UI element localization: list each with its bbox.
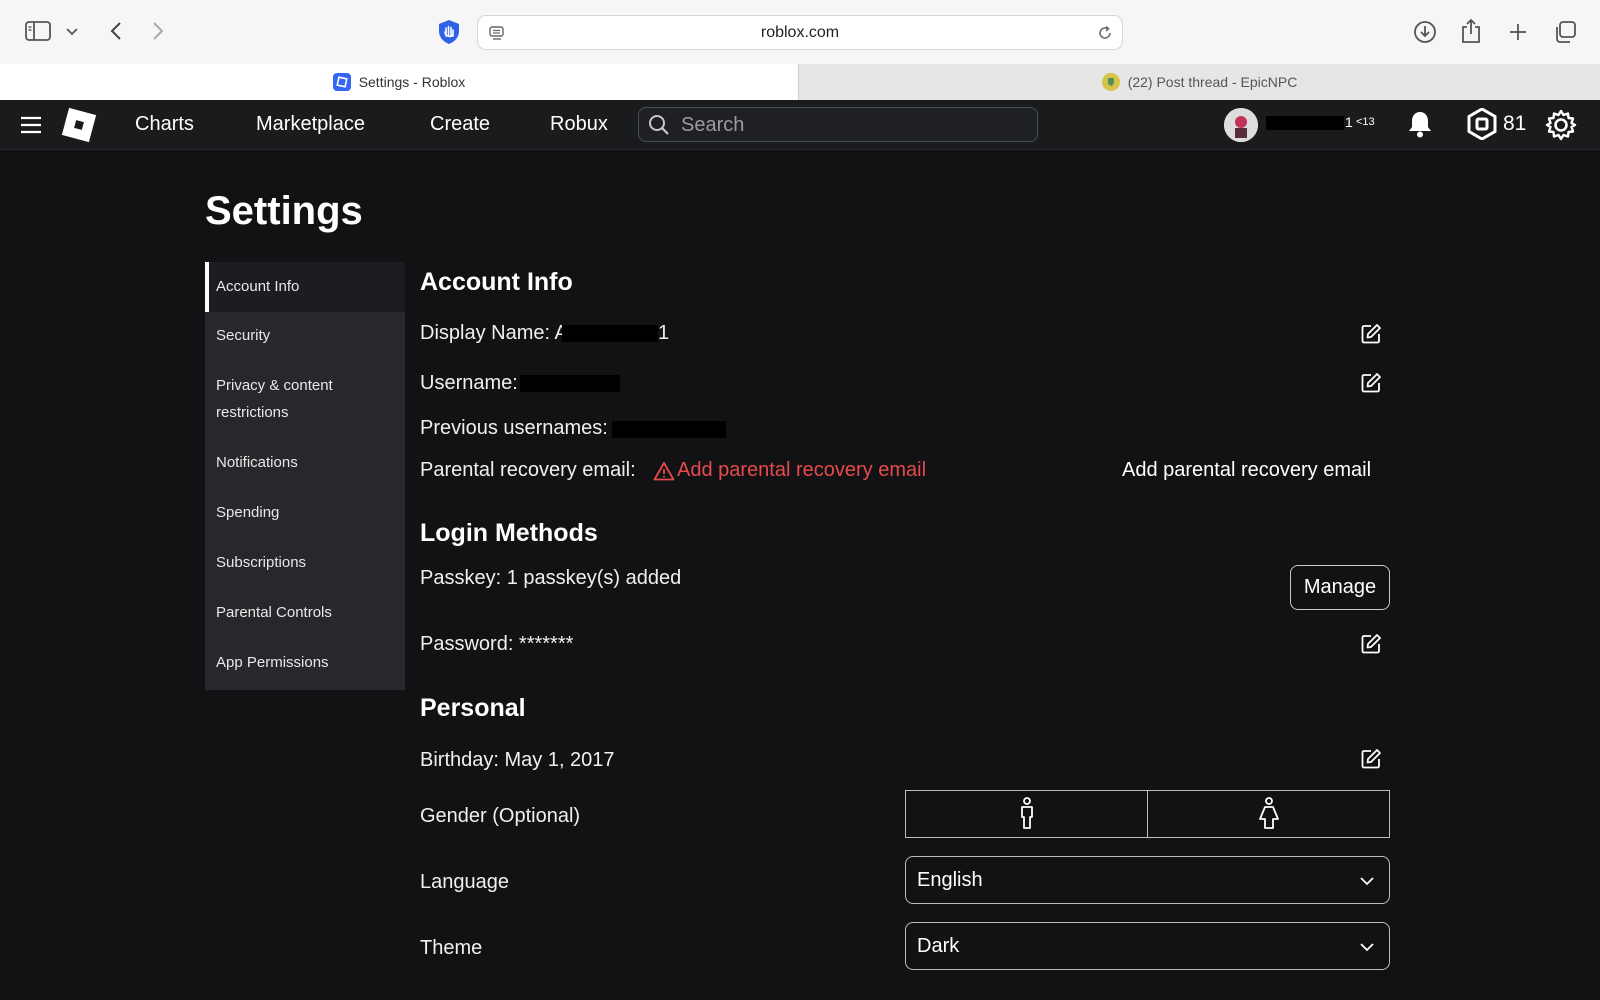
sidebar-item-parental-controls[interactable]: Parental Controls bbox=[205, 599, 405, 626]
search-icon bbox=[647, 113, 671, 137]
forward-icon[interactable] bbox=[146, 18, 170, 44]
edit-password-icon[interactable] bbox=[1360, 633, 1382, 655]
sidebar-item-label: App Permissions bbox=[216, 654, 329, 671]
back-icon[interactable] bbox=[104, 18, 128, 44]
nav-marketplace[interactable]: Marketplace bbox=[256, 113, 365, 136]
search-placeholder: Search bbox=[681, 114, 745, 136]
display-name-tail: 1 bbox=[658, 322, 670, 344]
nav-charts[interactable]: Charts bbox=[135, 113, 194, 136]
address-bar[interactable]: roblox.com bbox=[477, 15, 1123, 50]
url-text: roblox.com bbox=[760, 24, 840, 41]
tab-bar: Settings - Roblox (22) Post thread - Epi… bbox=[0, 64, 1600, 100]
gender-label: Gender (Optional) bbox=[420, 805, 581, 827]
epicnpc-favicon-icon bbox=[1101, 73, 1120, 91]
login-methods-heading: Login Methods bbox=[420, 519, 598, 547]
redacted-previous-usernames bbox=[612, 421, 726, 438]
tab-label: (22) Post thread - EpicNPC bbox=[1127, 74, 1298, 90]
sidebar-item-security[interactable]: Security bbox=[205, 322, 405, 349]
gender-male-button[interactable] bbox=[905, 790, 1148, 838]
new-tab-icon[interactable] bbox=[1506, 20, 1530, 44]
roblox-favicon-icon bbox=[332, 73, 351, 91]
nav-robux[interactable]: Robux bbox=[550, 113, 608, 136]
sidebar-item-label: Spending bbox=[216, 504, 280, 521]
tab-epicnpc[interactable]: (22) Post thread - EpicNPC bbox=[798, 64, 1600, 100]
download-icon[interactable] bbox=[1412, 19, 1438, 45]
passkey-label: Passkey: 1 passkey(s) added bbox=[420, 567, 682, 589]
chevron-down-icon[interactable] bbox=[64, 24, 80, 40]
redacted-display-name bbox=[562, 325, 658, 342]
sidebar-item-label: Privacy & content restrictions bbox=[216, 377, 333, 421]
share-icon[interactable] bbox=[1459, 17, 1483, 45]
roblox-logo-icon[interactable] bbox=[60, 106, 98, 144]
sidebar-item-app-permissions[interactable]: App Permissions bbox=[205, 649, 405, 676]
settings-sidebar: Account Info Security Privacy & content … bbox=[205, 262, 405, 690]
chevron-down-icon bbox=[1359, 939, 1375, 955]
nav-create[interactable]: Create bbox=[430, 113, 490, 136]
theme-label: Theme bbox=[420, 937, 483, 959]
sidebar-item-label: Notifications bbox=[216, 454, 298, 471]
age-badge: <13 bbox=[1356, 116, 1375, 128]
username-label: Username: bbox=[420, 372, 518, 394]
chevron-down-icon bbox=[1359, 873, 1375, 889]
theme-value: Dark bbox=[917, 935, 960, 957]
birthday-label: Birthday: May 1, 2017 bbox=[420, 749, 615, 771]
password-label: Password: ******* bbox=[420, 633, 574, 655]
edit-username-icon[interactable] bbox=[1360, 372, 1382, 394]
tab-overview-icon[interactable] bbox=[1552, 19, 1578, 45]
sidebar-item-notifications[interactable]: Notifications bbox=[205, 449, 405, 476]
page-title: Settings bbox=[205, 189, 363, 233]
previous-usernames-label: Previous usernames: bbox=[420, 417, 608, 439]
theme-select[interactable]: Dark bbox=[905, 922, 1390, 970]
female-icon bbox=[1258, 797, 1279, 829]
redacted-username bbox=[1266, 116, 1344, 130]
sidebar-item-label: Account Info bbox=[216, 278, 300, 295]
sidebar-item-account-info[interactable]: Account Info bbox=[205, 262, 405, 312]
username-suffix: 1 bbox=[1345, 114, 1353, 130]
reload-icon[interactable] bbox=[1096, 24, 1114, 42]
male-icon bbox=[1020, 797, 1033, 829]
add-parental-email-button[interactable]: Add parental recovery email bbox=[1122, 459, 1371, 482]
robux-icon[interactable] bbox=[1466, 108, 1498, 140]
edit-birthday-icon[interactable] bbox=[1360, 748, 1382, 770]
sidebar-item-subscriptions[interactable]: Subscriptions bbox=[205, 549, 405, 576]
search-input[interactable]: Search bbox=[638, 107, 1038, 142]
privacy-shield-icon[interactable] bbox=[436, 19, 462, 45]
sidebar-item-spending[interactable]: Spending bbox=[205, 499, 405, 526]
settings-gear-icon[interactable] bbox=[1544, 108, 1578, 142]
gender-female-button[interactable] bbox=[1147, 790, 1390, 838]
site-header: Charts Marketplace Create Robux Search 1… bbox=[0, 100, 1600, 150]
hamburger-menu-icon[interactable] bbox=[19, 114, 43, 136]
edit-display-name-icon[interactable] bbox=[1360, 323, 1382, 345]
warning-icon bbox=[653, 461, 675, 481]
parental-email-label: Parental recovery email: bbox=[420, 459, 636, 481]
notifications-bell-icon[interactable] bbox=[1406, 109, 1434, 139]
browser-toolbar: roblox.com bbox=[0, 0, 1600, 64]
manage-passkeys-button[interactable]: Manage bbox=[1290, 565, 1390, 610]
personal-heading: Personal bbox=[420, 694, 526, 722]
sidebar-item-label: Security bbox=[216, 327, 271, 344]
sidebar-toggle-icon[interactable] bbox=[25, 20, 51, 42]
redacted-username-value bbox=[520, 375, 620, 392]
tab-settings-roblox[interactable]: Settings - Roblox bbox=[0, 64, 798, 100]
avatar[interactable] bbox=[1224, 108, 1258, 142]
parental-email-warning-link[interactable]: Add parental recovery email bbox=[677, 459, 926, 482]
language-select[interactable]: English bbox=[905, 856, 1390, 904]
sidebar-item-label: Subscriptions bbox=[216, 554, 307, 571]
robux-count[interactable]: 81 bbox=[1503, 112, 1526, 136]
sidebar-item-privacy[interactable]: Privacy & content restrictions bbox=[205, 372, 345, 426]
language-value: English bbox=[917, 869, 983, 891]
language-label: Language bbox=[420, 871, 509, 893]
sidebar-item-label: Parental Controls bbox=[216, 604, 332, 621]
display-name-label: Display Name: A bbox=[420, 322, 568, 344]
account-info-heading: Account Info bbox=[420, 268, 573, 296]
tab-label: Settings - Roblox bbox=[358, 74, 466, 90]
